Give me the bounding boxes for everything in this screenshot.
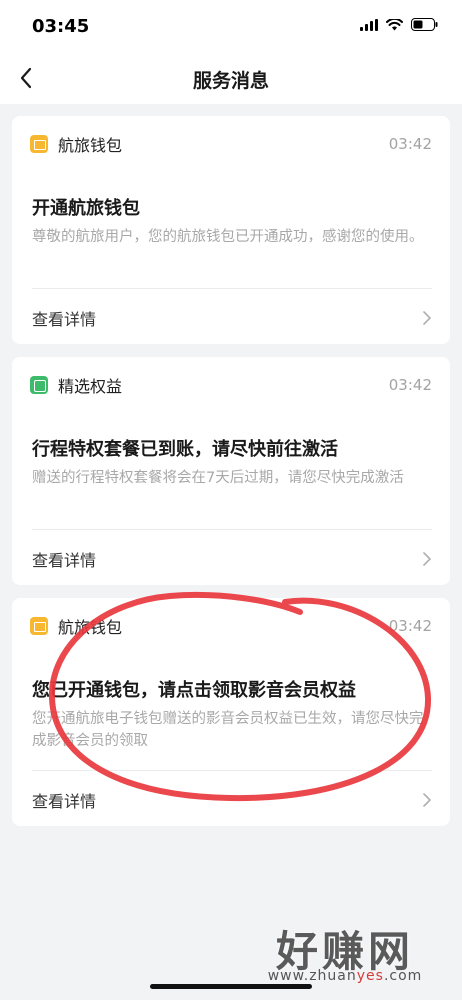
- card-header: 精选权益 03:42: [30, 371, 432, 399]
- status-time: 03:45: [32, 16, 90, 37]
- chevron-right-icon: [423, 552, 431, 566]
- card-description: 尊敬的航旅用户，您的航旅钱包已开通成功，感谢您的使用。: [32, 229, 424, 245]
- card-header: 航旅钱包 03:42: [30, 130, 432, 158]
- view-details-link[interactable]: 查看详情: [32, 298, 432, 338]
- home-indicator: [150, 984, 312, 989]
- card-app-name: 航旅钱包: [58, 136, 123, 155]
- card-description: 赠送的行程特权套餐将会在7天后过期，请您尽快完成激活: [32, 470, 404, 486]
- signal-icon: [360, 18, 378, 31]
- message-card: 航旅钱包 03:42 开通航旅钱包 尊敬的航旅用户，您的航旅钱包已开通成功，感谢…: [12, 116, 450, 344]
- view-details-label: 查看详情: [32, 551, 97, 570]
- card-description: 您开通航旅电子钱包赠送的影音会员权益已生效，请您尽快完成影音会员的领取: [32, 711, 424, 749]
- card-divider: [32, 288, 432, 289]
- card-app-name: 航旅钱包: [58, 618, 123, 637]
- view-details-label: 查看详情: [32, 310, 97, 329]
- card-time: 03:42: [388, 376, 432, 394]
- wallet-icon: [30, 135, 48, 153]
- card-divider: [32, 770, 432, 771]
- message-card: 精选权益 03:42 行程特权套餐已到账，请尽快前往激活 赠送的行程特权套餐将会…: [12, 357, 450, 585]
- wifi-icon: [386, 18, 403, 30]
- status-icons: [360, 18, 438, 31]
- watermark: 好赚网 www.zhuanyes.com: [250, 918, 440, 988]
- wallet-icon: [30, 617, 48, 635]
- card-app-name: 精选权益: [58, 377, 123, 396]
- card-time: 03:42: [388, 617, 432, 635]
- benefit-icon: [30, 376, 48, 394]
- page-title: 服务消息: [192, 70, 269, 92]
- view-details-link[interactable]: 查看详情: [32, 780, 432, 820]
- view-details-label: 查看详情: [32, 792, 97, 811]
- card-title: 开通航旅钱包: [32, 198, 140, 219]
- status-bar: 03:45: [0, 0, 462, 52]
- card-header: 航旅钱包 03:42: [30, 612, 432, 640]
- card-title: 行程特权套餐已到账，请尽快前往激活: [32, 439, 338, 460]
- chevron-right-icon: [423, 311, 431, 325]
- card-time: 03:42: [388, 135, 432, 153]
- battery-icon: [411, 18, 438, 31]
- nav-bar: 服务消息: [0, 52, 462, 104]
- view-details-link[interactable]: 查看详情: [32, 539, 432, 579]
- card-divider: [32, 529, 432, 530]
- watermark-url: www.zhuanyes.com: [267, 968, 423, 984]
- message-card: 航旅钱包 03:42 您已开通钱包，请点击领取影音会员权益 您开通航旅电子钱包赠…: [12, 598, 450, 826]
- chevron-right-icon: [423, 793, 431, 807]
- card-title: 您已开通钱包，请点击领取影音会员权益: [32, 680, 356, 701]
